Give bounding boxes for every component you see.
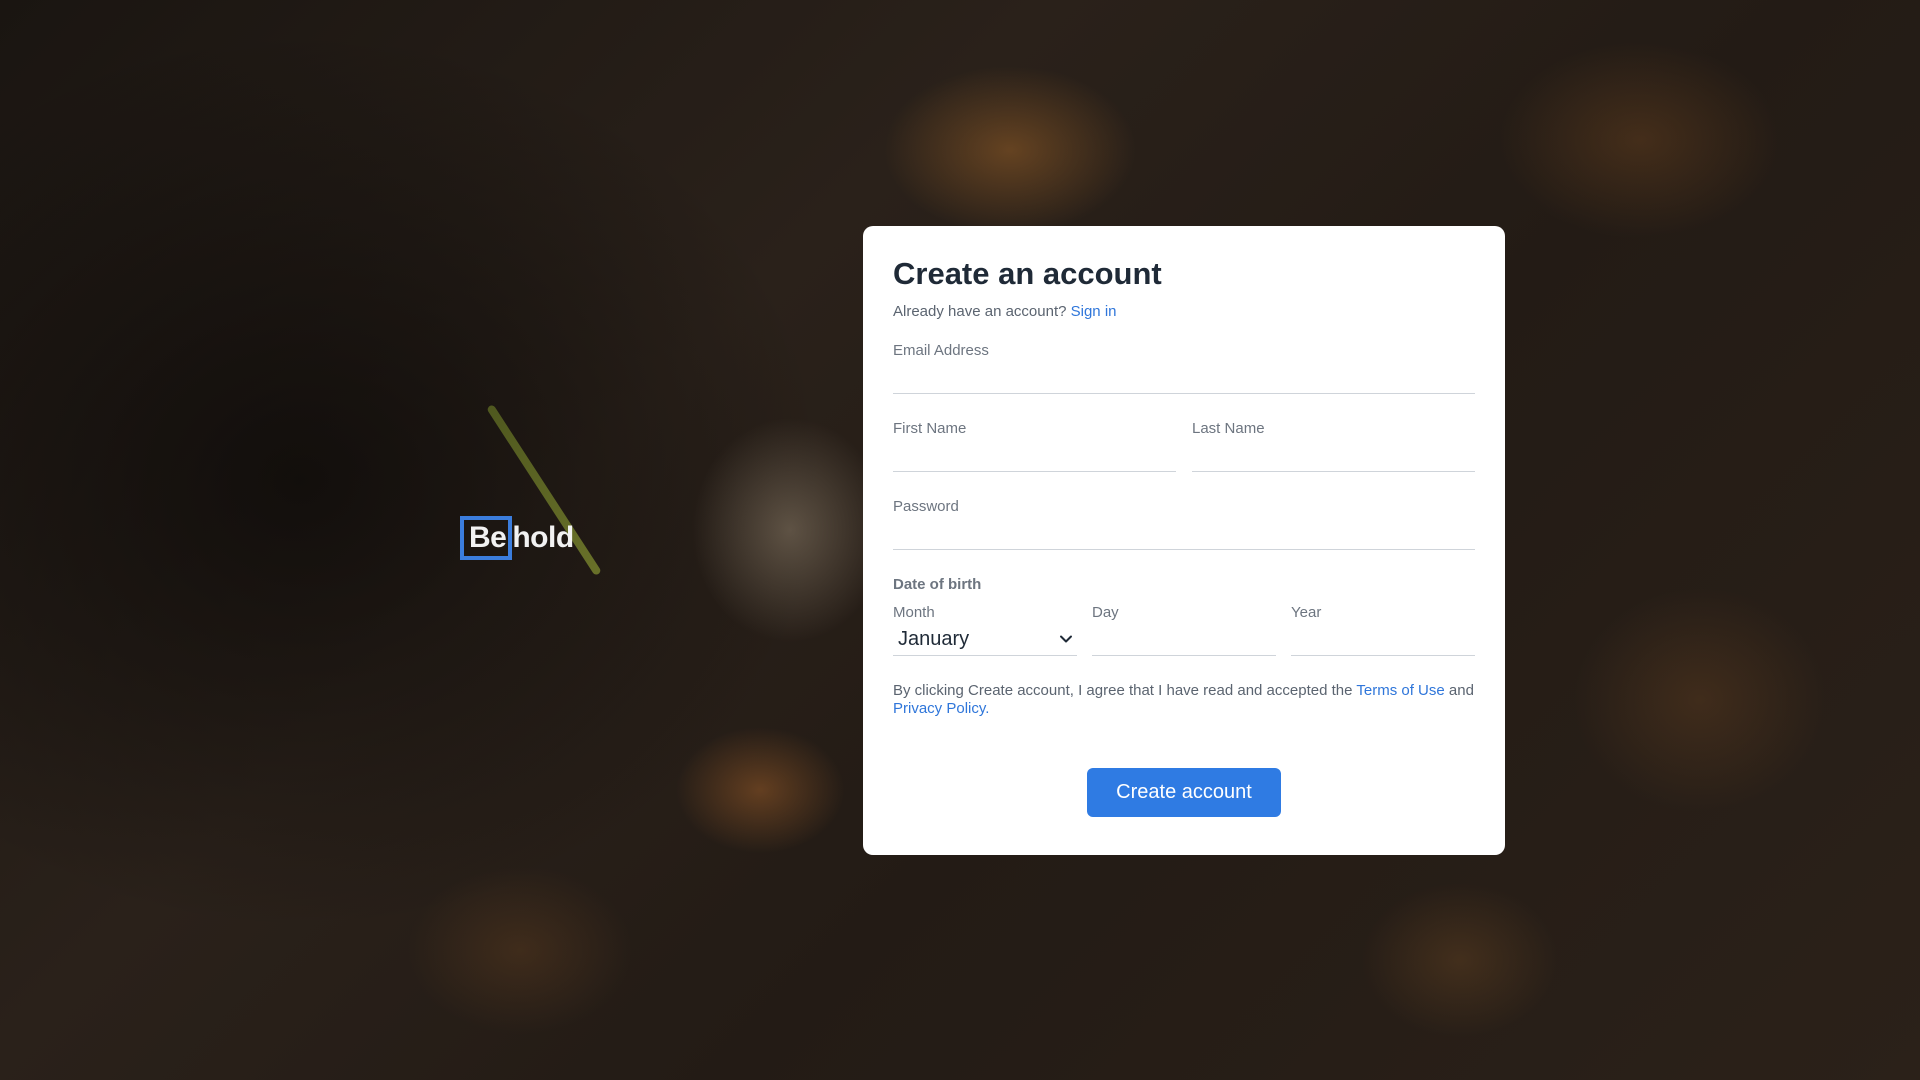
submit-row: Create account: [893, 768, 1475, 817]
dob-section-label: Date of birth: [893, 576, 982, 593]
terms-and: and: [1448, 682, 1474, 699]
terms-of-use-link[interactable]: Terms of Use: [1356, 682, 1444, 699]
page-title: Create an account: [893, 256, 1162, 291]
year-field-group: Year: [1291, 603, 1475, 656]
signup-card: Create an account Already have an accoun…: [863, 226, 1505, 855]
last-name-label: Last Name: [1192, 420, 1265, 437]
first-name-field-group: First Name: [893, 419, 1176, 472]
signin-prompt: Already have an account?: [893, 303, 1067, 320]
password-field-group: Password: [893, 497, 1475, 550]
day-field-group: Day: [1092, 603, 1276, 656]
last-name-field-group: Last Name: [1192, 419, 1475, 472]
password-field[interactable]: [893, 517, 1475, 550]
last-name-field[interactable]: [1192, 439, 1475, 472]
signin-prompt-line: Already have an account? Sign in: [893, 302, 1475, 322]
privacy-policy-link[interactable]: Privacy Policy.: [893, 700, 989, 717]
logo-boxed-letters: Be: [460, 516, 513, 560]
name-row: First Name Last Name: [893, 419, 1475, 472]
day-field[interactable]: [1092, 623, 1276, 656]
brand-logo: Be hold: [460, 516, 574, 560]
chevron-down-icon: [1060, 635, 1072, 643]
email-label: Email Address: [893, 342, 989, 359]
month-selected-value: January: [898, 627, 970, 650]
terms-prefix: By clicking Create account, I agree that…: [893, 682, 1353, 699]
month-label: Month: [893, 604, 935, 621]
first-name-label: First Name: [893, 420, 967, 437]
create-account-button[interactable]: Create account: [1087, 768, 1281, 817]
month-field-group: Month January: [893, 603, 1077, 656]
email-field-group: Email Address: [893, 341, 1475, 394]
first-name-field[interactable]: [893, 439, 1176, 472]
logo-text: hold: [512, 521, 574, 554]
dob-row: Month January Day Year: [893, 603, 1475, 656]
password-label: Password: [893, 498, 959, 515]
year-label: Year: [1291, 604, 1322, 621]
signin-link[interactable]: Sign in: [1071, 303, 1117, 320]
terms-text: By clicking Create account, I agree that…: [893, 682, 1475, 718]
year-field[interactable]: [1291, 623, 1475, 656]
email-field[interactable]: [893, 361, 1475, 394]
month-select[interactable]: January: [893, 623, 1077, 656]
day-label: Day: [1092, 604, 1119, 621]
